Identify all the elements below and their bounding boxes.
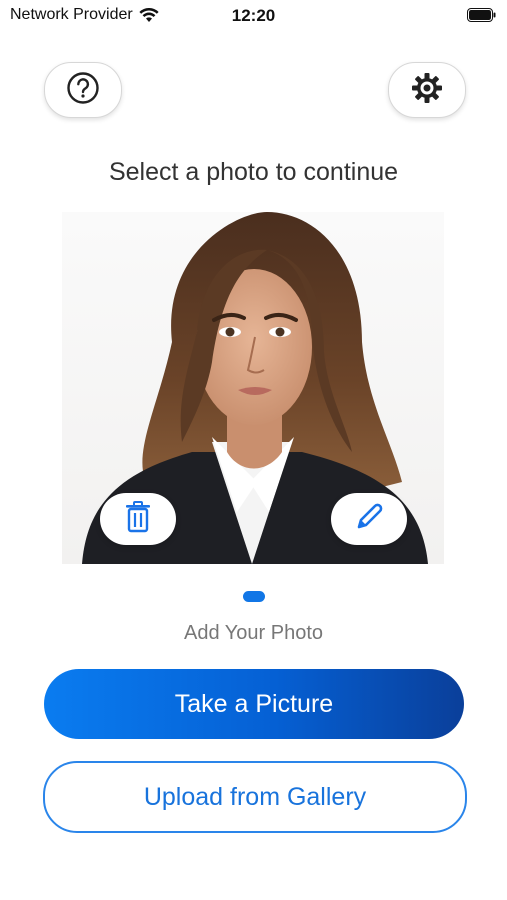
take-picture-button[interactable]: Take a Picture [44,669,464,739]
settings-button[interactable] [388,62,466,118]
trash-icon [124,500,152,538]
edit-photo-button[interactable] [331,493,407,545]
take-picture-label: Take a Picture [174,689,334,718]
help-button[interactable] [44,62,122,118]
page-title: Select a photo to continue [108,158,399,186]
upload-from-gallery-button[interactable]: Upload from Gallery [43,761,467,833]
status-bar: Network Provider 12:20 [0,0,507,30]
clock: 12:20 [231,6,276,25]
page-indicator-dot [243,591,265,602]
app-screen: Network Provider 12:20 Select a photo to… [0,0,507,900]
photo-caption: Add Your Photo [183,622,323,644]
upload-from-gallery-label: Upload from Gallery [143,782,367,811]
question-circle-icon [66,71,100,110]
delete-photo-button[interactable] [100,493,176,545]
battery-icon [467,8,497,27]
gear-icon [409,70,445,111]
pencil-icon [353,501,385,538]
